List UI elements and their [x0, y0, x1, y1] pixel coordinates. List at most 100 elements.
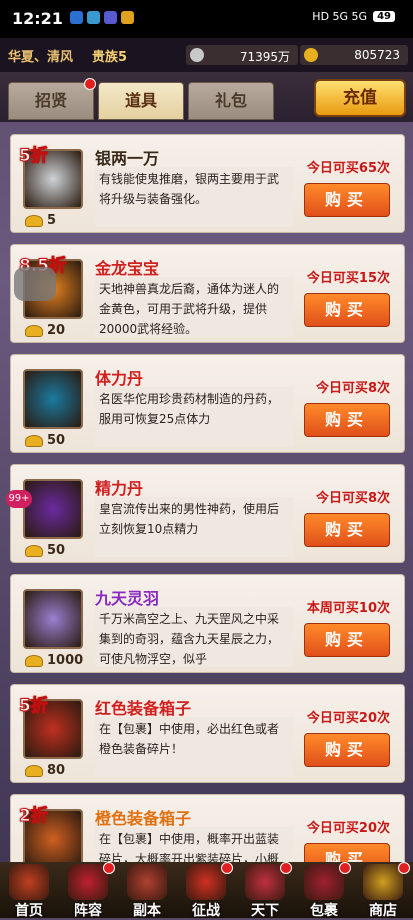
item-icon[interactable]: [23, 479, 83, 539]
item-name: 体力丹: [95, 369, 144, 388]
item-description: 有钱能使鬼推磨，银两主要用于武将升级与装备强化。: [95, 167, 293, 227]
nav-label: 阵容: [74, 903, 102, 919]
buy-button[interactable]: 购买: [304, 733, 390, 767]
purchase-limit: 今日可买8次: [315, 491, 390, 506]
buy-button[interactable]: 购买: [304, 623, 390, 657]
gold-ingot-icon: [25, 544, 43, 557]
recharge-button[interactable]: 充值: [314, 79, 406, 117]
item-name: 橙色装备箱子: [95, 809, 192, 828]
notification-dot: [221, 862, 233, 874]
nav-icon: [68, 864, 108, 900]
chat-bubble-icon[interactable]: [14, 267, 56, 301]
gold-display: 805723: [300, 45, 408, 65]
nav-icon: [9, 864, 49, 900]
item-price: 5: [25, 213, 56, 228]
nav-item-6[interactable]: 商店: [354, 862, 412, 919]
app-notification-icon: [87, 11, 100, 24]
nav-item-3[interactable]: 征战: [177, 862, 235, 919]
item-price: 80: [25, 763, 65, 778]
item-name: 银两一万: [95, 149, 160, 168]
purchase-limit: 今日可买15次: [306, 271, 390, 286]
nav-icon: [245, 864, 285, 900]
price-value: 80: [47, 763, 66, 778]
notification-dot: [398, 862, 410, 874]
tab-items[interactable]: 道具: [98, 82, 184, 120]
nav-icon: [127, 864, 167, 900]
purchase-limit: 今日可买20次: [306, 711, 390, 726]
battery-icon: 49: [373, 11, 395, 22]
notification-dot: [339, 862, 351, 874]
price-value: 50: [47, 543, 66, 558]
buy-button[interactable]: 购买: [304, 513, 390, 547]
item-price: 50: [25, 543, 65, 558]
gold-ingot-icon: [304, 48, 318, 62]
app-notification-icon: [104, 11, 117, 24]
notification-dot: [280, 862, 292, 874]
clock: 12:21: [12, 9, 63, 28]
discount-badge: 2折: [19, 806, 49, 827]
nav-label: 天下: [251, 903, 279, 919]
shop-item-card: 5折 80 红色装备箱子 在【包裹】中使用，必出红色或者橙色装备碎片！ 今日可买…: [10, 684, 405, 783]
nav-icon: [363, 864, 403, 900]
price-value: 50: [47, 433, 66, 448]
notification-dot: [84, 78, 96, 90]
gold-ingot-icon: [25, 654, 43, 667]
item-name: 九天灵羽: [95, 589, 160, 608]
purchase-limit: 本周可买10次: [306, 601, 390, 616]
gold-ingot-icon: [25, 764, 43, 777]
shop-item-card: 2折 橙色装备箱子 在【包裹】中使用，概率开出蓝装碎片，大概率开出紫装碎片，小概…: [10, 794, 405, 862]
gold-ingot-icon: [25, 324, 43, 337]
vip-level[interactable]: 贵族5: [92, 46, 127, 65]
shop-item-card: 50 精力丹 皇宫流传出来的男性神药，使用后立刻恢复10点精力 今日可买8次 购…: [10, 464, 405, 563]
network-status: HD 5G 5G: [312, 10, 368, 23]
nav-icon: [186, 864, 226, 900]
gold-ingot-icon: [25, 214, 43, 227]
item-list[interactable]: 5折 5 银两一万 有钱能使鬼推磨，银两主要用于武将升级与装备强化。 今日可买6…: [0, 122, 413, 862]
item-description: 在【包裹】中使用，概率开出蓝装碎片，大概率开出紫装碎片，小概率开出橙装碎片: [95, 827, 293, 862]
notification-icons: [70, 11, 134, 24]
item-description: 天地神兽真龙后裔，通体为迷人的金黄色，可用于武将升级，提供20000武将经验。: [95, 277, 293, 337]
item-price: 20: [25, 323, 65, 338]
silver-icon: [190, 48, 204, 62]
item-description: 皇宫流传出来的男性神药，使用后立刻恢复10点精力: [95, 497, 293, 557]
nav-item-1[interactable]: 阵容: [59, 862, 117, 919]
item-icon[interactable]: [23, 589, 83, 649]
shop-item-card: 5折 5 银两一万 有钱能使鬼推磨，银两主要用于武将升级与装备强化。 今日可买6…: [10, 134, 405, 233]
nav-item-2[interactable]: 副本: [118, 862, 176, 919]
item-price: 50: [25, 433, 65, 448]
buy-button[interactable]: 购买: [304, 183, 390, 217]
purchase-limit: 今日可买20次: [306, 821, 390, 836]
silver-display: 71395万: [186, 45, 298, 65]
buy-button[interactable]: 购买: [304, 843, 390, 862]
silver-value: 71395万: [239, 50, 290, 64]
gold-value: 805723: [354, 48, 400, 62]
price-value: 5: [47, 213, 57, 228]
tab-gift-packs[interactable]: 礼包: [188, 82, 274, 120]
shop-item-card: 8.5折 20 金龙宝宝 天地神兽真龙后裔，通体为迷人的金黄色，可用于武将升级，…: [10, 244, 405, 343]
bottom-navigation: 首页 阵容 副本 征战 天下 包裹 商店: [0, 862, 413, 919]
nav-item-4[interactable]: 天下: [236, 862, 294, 919]
system-status: HD 5G 5G 49: [312, 10, 395, 23]
buy-button[interactable]: 购买: [304, 403, 390, 437]
discount-badge: 5折: [19, 146, 49, 167]
nav-item-0[interactable]: 首页: [0, 862, 58, 919]
item-description: 在【包裹】中使用，必出红色或者橙色装备碎片！: [95, 717, 293, 777]
item-name: 金龙宝宝: [95, 259, 160, 278]
item-icon[interactable]: [23, 369, 83, 429]
buy-button[interactable]: 购买: [304, 293, 390, 327]
tab-recruit[interactable]: 招贤: [8, 82, 94, 120]
server-name: 华夏、清风: [8, 50, 74, 65]
shop-item-card: 50 体力丹 名医华佗用珍贵药材制造的丹药，服用可恢复25点体力 今日可买8次 …: [10, 354, 405, 453]
nav-label: 包裹: [310, 903, 338, 919]
nav-label: 副本: [133, 903, 161, 919]
floating-badge[interactable]: 99+: [6, 490, 32, 508]
player-bar: 华夏、清风 贵族5 71395万 805723: [0, 38, 413, 72]
nav-label: 征战: [192, 903, 220, 919]
item-name: 红色装备箱子: [95, 699, 192, 718]
nav-item-5[interactable]: 包裹: [295, 862, 353, 919]
item-price: 1000: [25, 653, 83, 668]
nav-icon: [304, 864, 344, 900]
status-bar: 12:21 HD 5G 5G 49: [0, 0, 413, 38]
price-value: 20: [47, 323, 66, 338]
purchase-limit: 今日可买8次: [315, 381, 390, 396]
